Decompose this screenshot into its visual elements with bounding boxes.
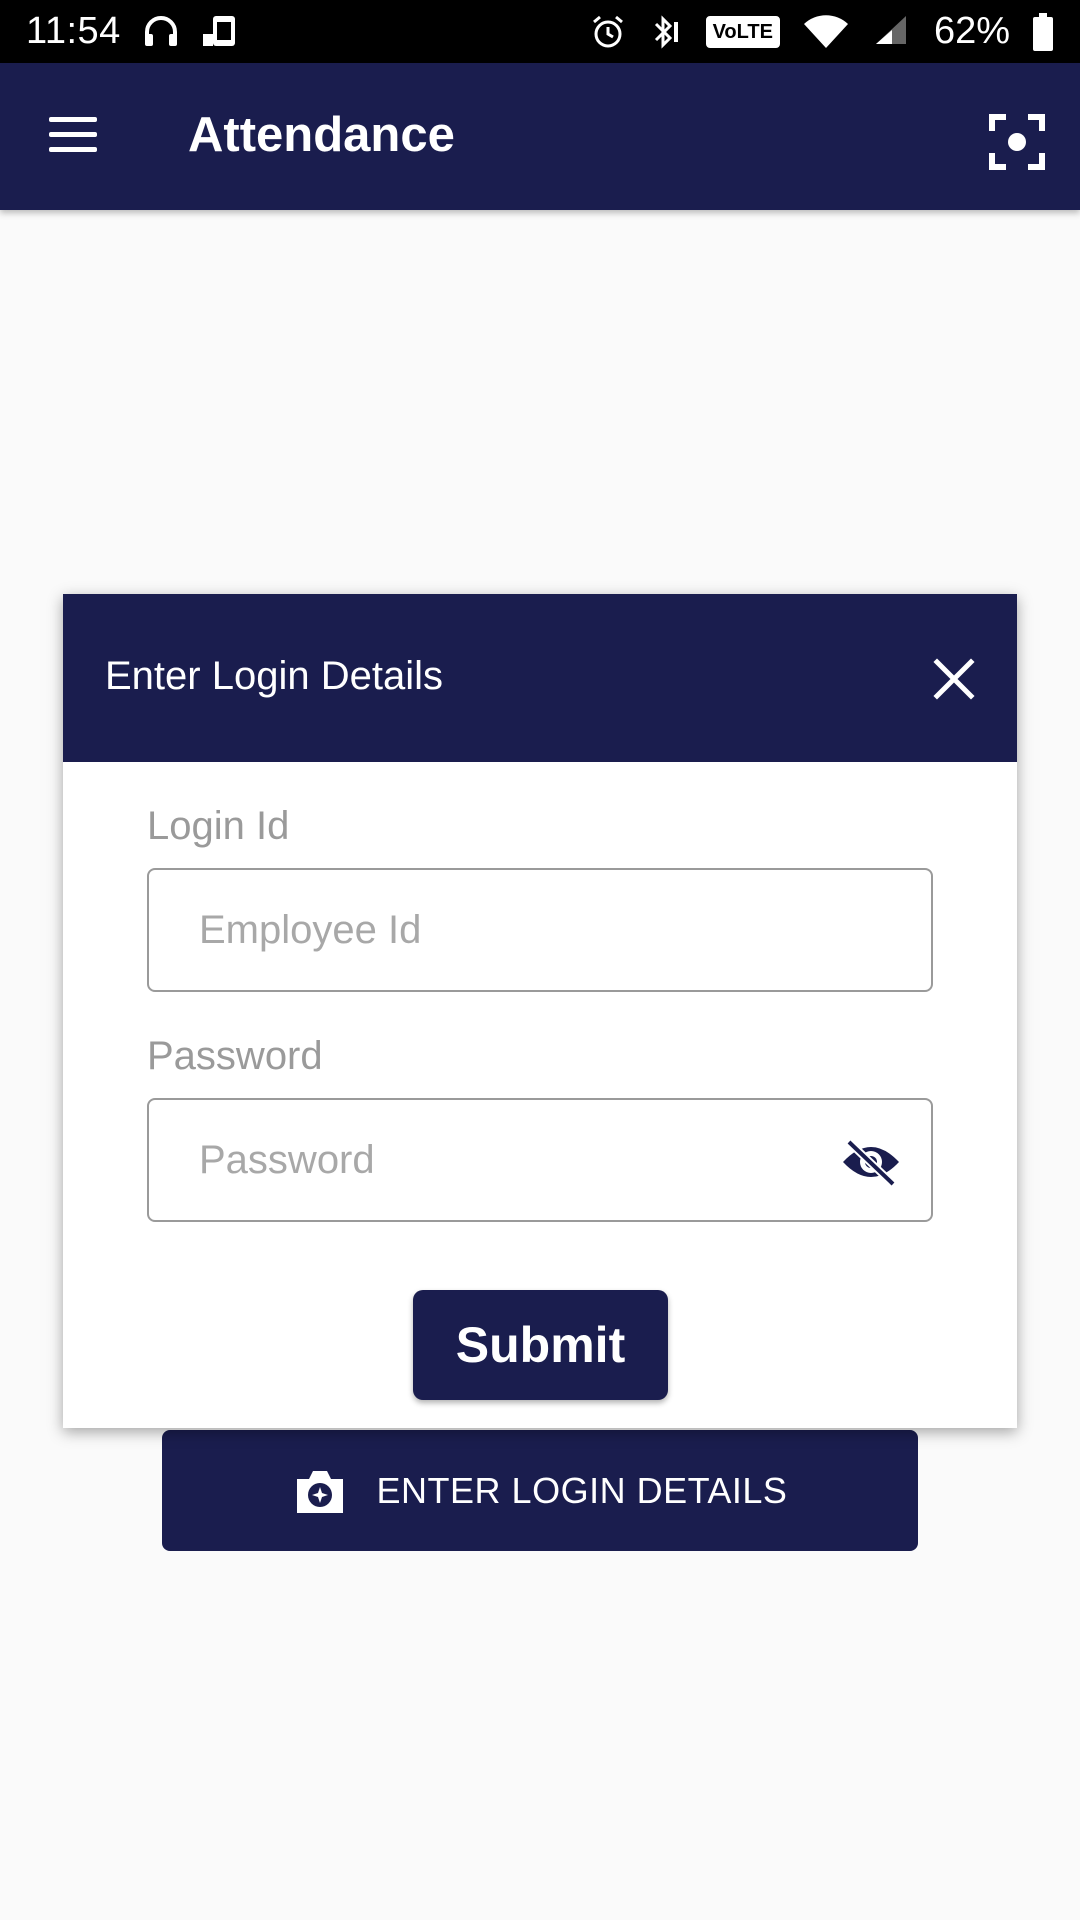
- menu-icon[interactable]: [46, 113, 100, 159]
- login-id-input[interactable]: [199, 898, 819, 962]
- phone-icon: [202, 15, 235, 46]
- scan-icon[interactable]: [988, 113, 1046, 171]
- page-title: Attendance: [188, 108, 455, 162]
- login-id-field[interactable]: [147, 868, 933, 992]
- alarm-icon: [592, 15, 623, 47]
- eye-off-icon[interactable]: [841, 1138, 901, 1186]
- status-bar: 11:54 VoLTE 62%: [0, 0, 1080, 63]
- wifi-icon: [803, 14, 848, 48]
- battery-percent: 62%: [933, 10, 1010, 52]
- submit-button[interactable]: Submit: [413, 1290, 668, 1400]
- status-left: 11:54: [26, 10, 241, 53]
- camera-icon: [296, 1470, 343, 1513]
- login-dialog: Enter Login Details Login Id Password Su…: [63, 594, 1017, 1428]
- app-bar: Attendance: [0, 63, 1080, 210]
- volte-badge: VoLTE: [705, 15, 780, 48]
- close-icon[interactable]: [931, 656, 977, 702]
- signal-icon: [875, 15, 906, 44]
- status-right: VoLTE 62%: [590, 10, 1054, 53]
- password-label: Password: [147, 1034, 323, 1078]
- status-time: 11:54: [26, 10, 121, 52]
- bluetooth-icon: [654, 14, 678, 49]
- enter-login-details-button[interactable]: ENTER LOGIN DETAILS: [162, 1430, 918, 1551]
- headphones-icon: [144, 15, 177, 46]
- enter-login-details-label: ENTER LOGIN DETAILS: [376, 1469, 788, 1511]
- dialog-title: Enter Login Details: [105, 654, 443, 698]
- dialog-header: Enter Login Details: [63, 594, 1017, 762]
- password-field[interactable]: [147, 1098, 933, 1222]
- password-input[interactable]: [199, 1128, 819, 1192]
- battery-icon: [1033, 12, 1053, 51]
- login-id-label: Login Id: [147, 804, 290, 848]
